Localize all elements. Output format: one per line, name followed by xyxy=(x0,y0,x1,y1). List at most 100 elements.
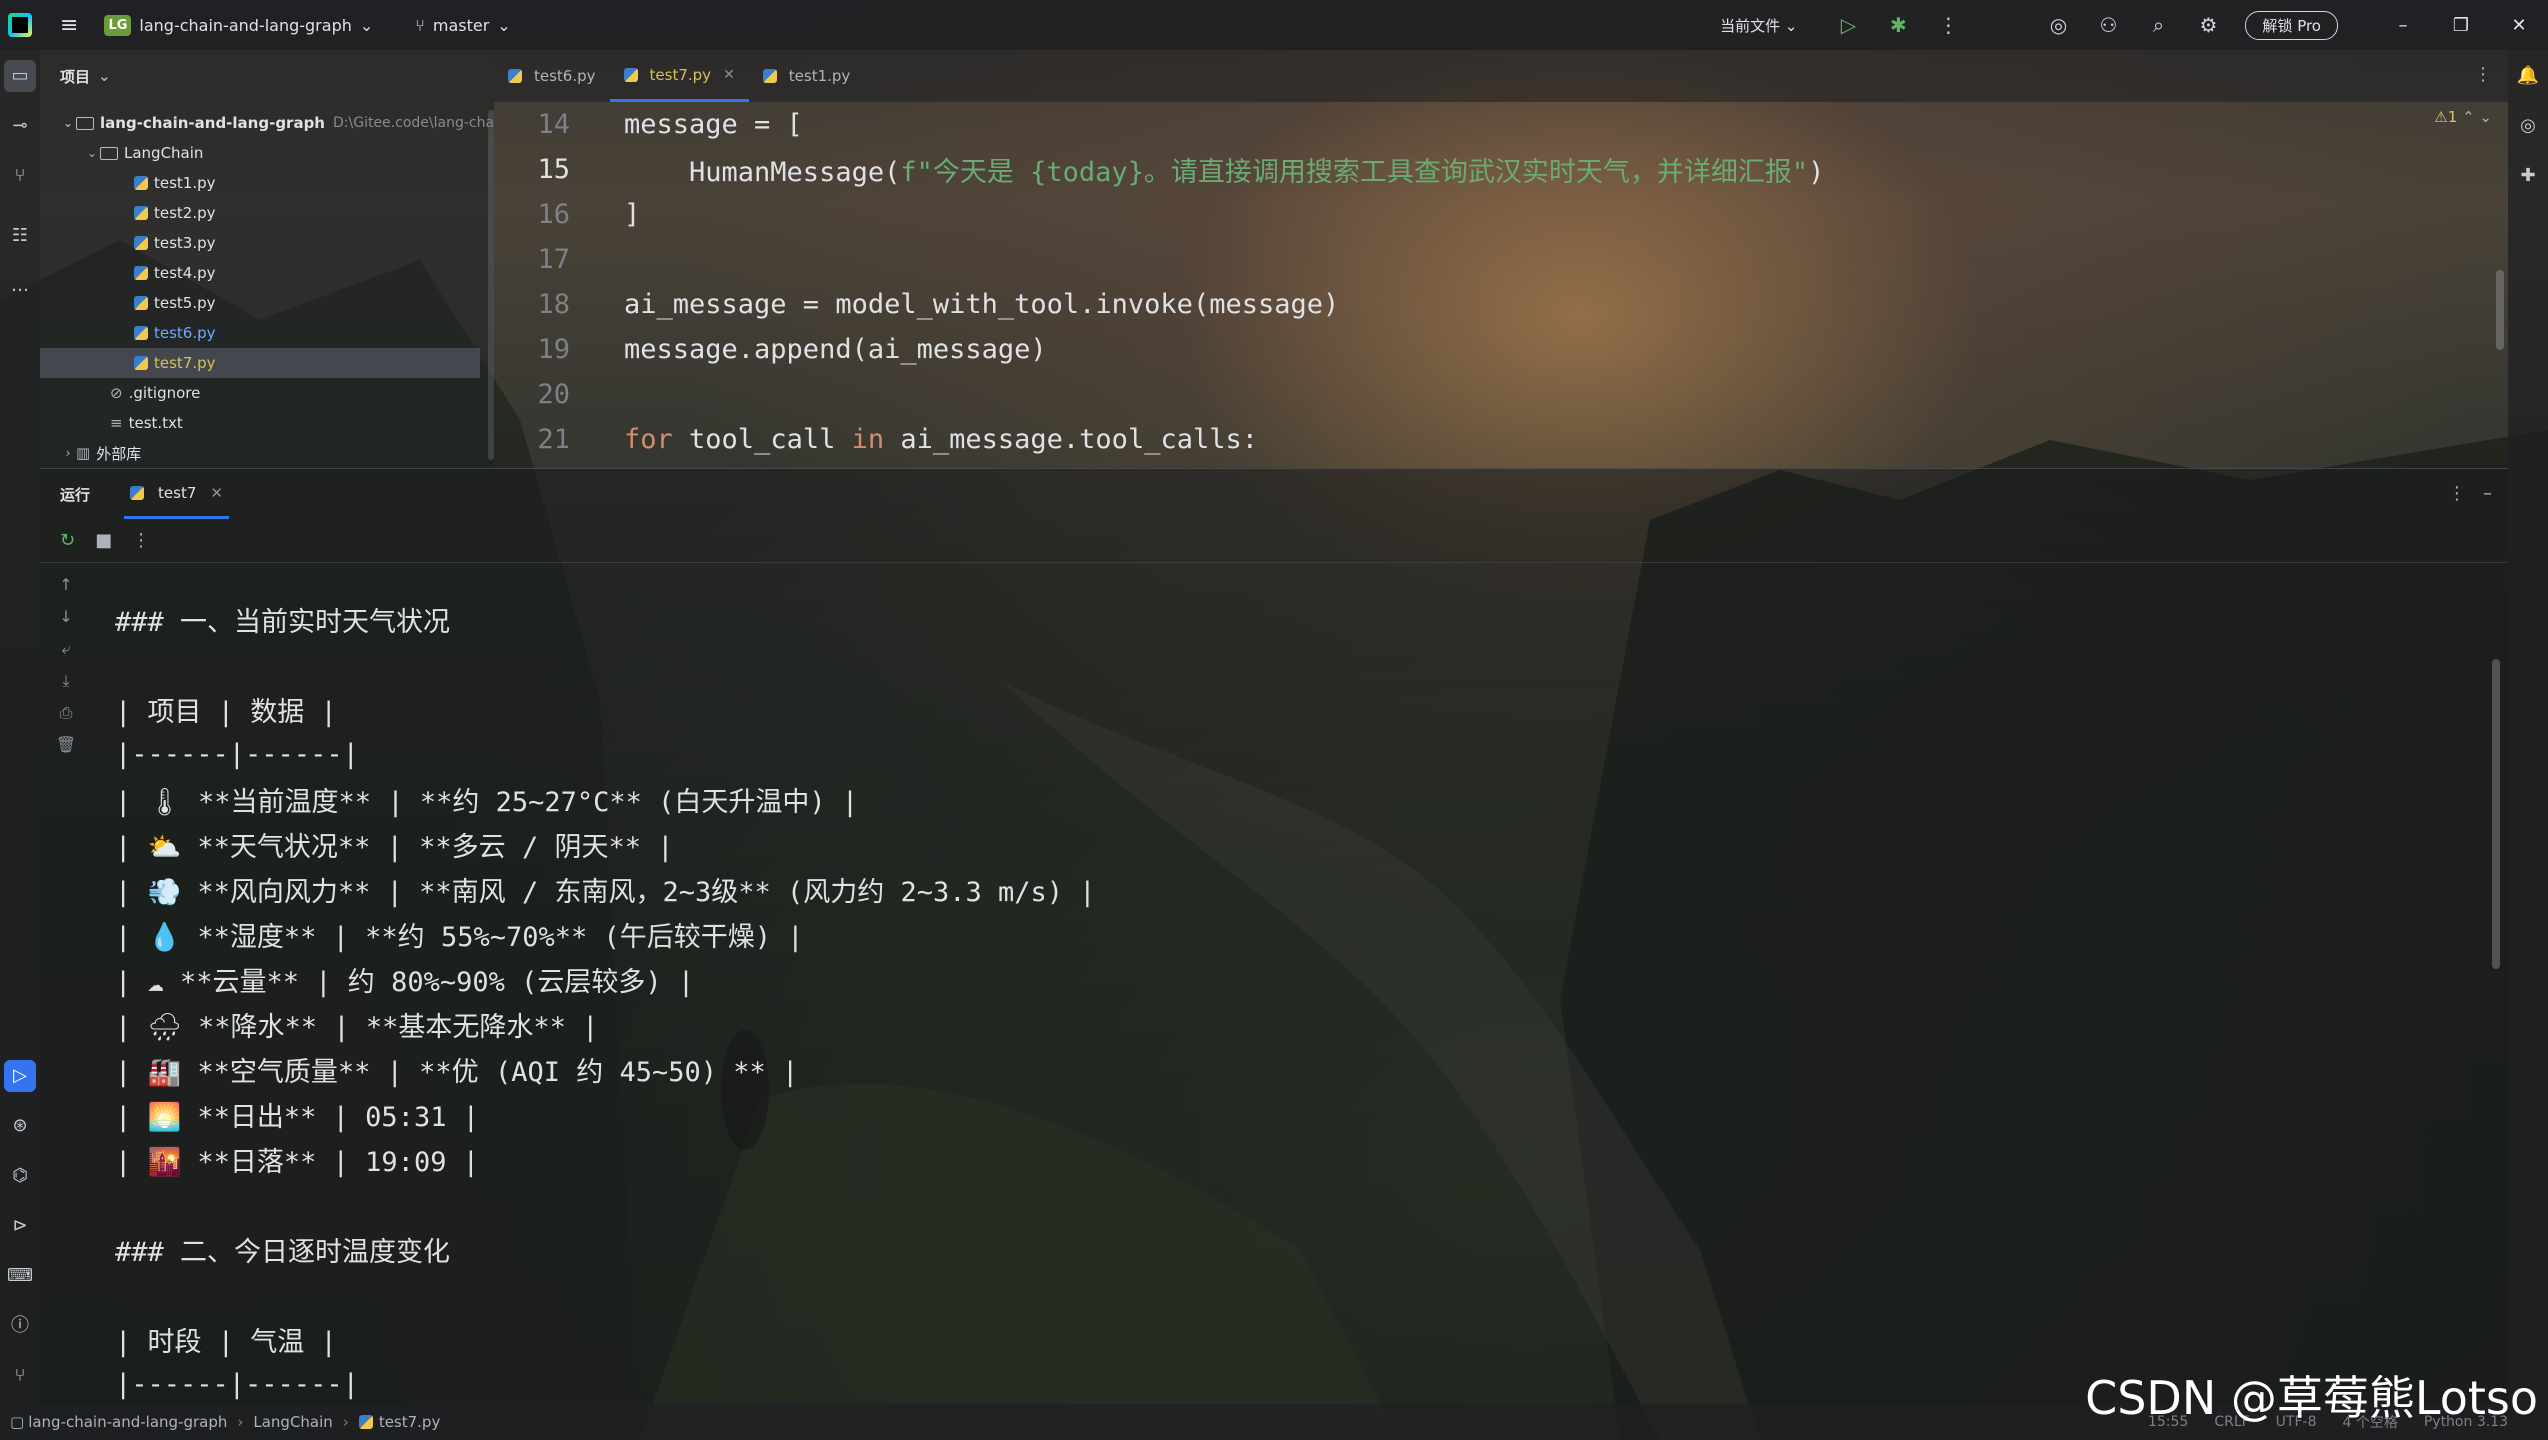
more-actions-icon[interactable]: ⋮ xyxy=(132,530,150,551)
unlock-pro-button[interactable]: 解锁 Pro xyxy=(2245,10,2338,40)
console-line: |------|------| xyxy=(115,1368,359,1400)
folder-icon xyxy=(76,116,94,130)
file-name: test6.py xyxy=(154,324,216,342)
close-tab-icon[interactable]: ✕ xyxy=(210,484,223,502)
console-line: | 💨 **风向风力** | **南风 / 东南风，2~3级** (风力约 2~… xyxy=(115,876,1096,908)
console-scrollbar[interactable] xyxy=(2492,659,2500,969)
branch-name: master xyxy=(432,15,490,35)
tree-file[interactable]: test6.py xyxy=(134,318,216,348)
run-icon[interactable]: ▷ xyxy=(1823,13,1873,37)
main-menu-icon[interactable]: ≡ xyxy=(60,13,78,38)
editor-scrollbar[interactable] xyxy=(2496,270,2504,350)
gitignore-icon: ⊘ xyxy=(110,384,123,402)
chevron-down-icon: ⌄ xyxy=(62,116,74,130)
python-file-icon xyxy=(508,69,522,83)
file-name: .gitignore xyxy=(128,384,201,402)
services-icon[interactable]: ⊳ xyxy=(4,1210,36,1242)
run-config-selector[interactable]: 当前文件 ⌄ xyxy=(1720,15,1797,36)
tree-file[interactable]: test5.py xyxy=(134,288,216,318)
breadcrumb-item[interactable]: test7.py xyxy=(379,1413,441,1431)
minimize-icon[interactable]: – xyxy=(2374,15,2432,36)
add-user-icon[interactable]: ⚇ xyxy=(2083,13,2133,37)
run-panel-title: 运行 xyxy=(60,485,91,504)
python-file-icon xyxy=(130,485,145,500)
ai-chat-icon[interactable]: ◎ xyxy=(2512,110,2544,142)
run-tab-test7[interactable]: test7 ✕ xyxy=(124,469,229,519)
close-icon[interactable]: ✕ xyxy=(2490,15,2548,36)
external-libs-label: 外部库 xyxy=(96,444,142,463)
root-path: D:\Gitee.code\lang-cha xyxy=(333,115,495,131)
branch-selector[interactable]: ⑂ master ⌄ xyxy=(415,16,510,35)
folder-name: LangChain xyxy=(124,144,204,162)
more-actions-icon[interactable]: ⋮ xyxy=(1923,13,1973,37)
project-panel-title: 项目 xyxy=(60,67,91,86)
structure-icon[interactable]: ☷ xyxy=(4,220,36,252)
code-line: 17 xyxy=(494,237,570,282)
trash-icon[interactable]: 🗑 xyxy=(40,729,92,761)
chevron-down-icon: ⌄ xyxy=(98,67,111,85)
tree-file[interactable]: test4.py xyxy=(134,258,216,288)
tree-file-selected[interactable]: test7.py xyxy=(40,348,480,378)
tree-file[interactable]: ≡ test.txt xyxy=(110,408,183,438)
console-line: | 🏭 **空气质量** | **优 (AQI 约 45~50) ** | xyxy=(115,1056,799,1088)
project-panel-header[interactable]: 项目 ⌄ xyxy=(40,50,494,102)
run-tool-icon[interactable]: ▷ xyxy=(4,1060,36,1092)
file-name: test1.py xyxy=(154,174,216,192)
console-line: | 🌇 **日落** | 19:09 | xyxy=(115,1146,479,1178)
rerun-icon[interactable]: ↻ xyxy=(60,530,75,551)
plugin-icon[interactable]: ✚ xyxy=(2512,160,2544,192)
debug-icon[interactable]: ✱ xyxy=(1873,13,1923,37)
soft-wrap-icon[interactable]: ⤶ xyxy=(40,633,92,665)
tab-test7[interactable]: test7.py ✕ xyxy=(609,50,749,102)
tabs-menu-icon[interactable]: ⋮ xyxy=(2474,64,2492,85)
scroll-down-icon[interactable]: ↓ xyxy=(40,601,92,633)
python-file-icon xyxy=(134,266,148,280)
inspection-widget[interactable]: ⚠1 ⌃ ⌄ xyxy=(2434,108,2492,126)
stop-icon[interactable]: ■ xyxy=(95,530,112,551)
breadcrumb-item[interactable]: LangChain xyxy=(253,1413,332,1431)
more-tools-icon[interactable]: … xyxy=(4,270,36,302)
tree-file[interactable]: test2.py xyxy=(134,198,216,228)
file-name: test2.py xyxy=(154,204,216,222)
commit-icon[interactable]: ⊸ xyxy=(4,110,36,142)
terminal-icon[interactable]: ⌨ xyxy=(4,1260,36,1292)
code-line: 21 for tool_call in ai_message.tool_calls… xyxy=(494,417,1258,462)
project-name: lang-chain-and-lang-graph xyxy=(139,15,352,35)
notifications-icon[interactable]: 🔔 xyxy=(2512,60,2544,92)
tab-test6[interactable]: test6.py xyxy=(494,50,610,102)
run-config-label: 当前文件 xyxy=(1720,16,1781,35)
tree-file[interactable]: ⊘ .gitignore xyxy=(110,378,200,408)
tree-folder-langchain[interactable]: ⌄ LangChain xyxy=(84,138,203,168)
project-folder-icon[interactable]: ▭ xyxy=(4,60,36,92)
code-text: tool_call xyxy=(672,424,852,455)
tree-file[interactable]: test3.py xyxy=(134,228,216,258)
close-tab-icon[interactable]: ✕ xyxy=(723,67,735,83)
tab-test1[interactable]: test1.py xyxy=(749,50,865,102)
python-packages-icon[interactable]: ⊛ xyxy=(4,1110,36,1142)
gear-icon[interactable]: ⚙ xyxy=(2183,13,2233,37)
run-side-toolbar: ↑ ↓ ⤶ ⤓ ⎙ 🗑 xyxy=(40,569,92,761)
folder-icon xyxy=(100,146,118,160)
code-text: ai_message = model_with_tool.invoke(mess… xyxy=(624,289,1340,320)
tree-file[interactable]: test1.py xyxy=(134,168,216,198)
tab-label: test6.py xyxy=(534,67,596,85)
tree-root[interactable]: ⌄ lang-chain-and-lang-graph D:\Gitee.cod… xyxy=(60,108,494,138)
scroll-to-end-icon[interactable]: ⤓ xyxy=(40,665,92,697)
left-tool-strip: ▭ ⊸ ⑂ ☷ … ▷ ⊛ ⌬ ⊳ ⌨ ⓘ ⑂ xyxy=(0,50,40,1404)
git-icon[interactable]: ⑂ xyxy=(4,1360,36,1392)
search-icon[interactable]: ⌕ xyxy=(2133,13,2183,37)
project-selector[interactable]: LG lang-chain-and-lang-graph ⌄ xyxy=(104,14,373,36)
restore-icon[interactable]: ❐ xyxy=(2432,15,2490,36)
breadcrumb-item[interactable]: lang-chain-and-lang-graph xyxy=(28,1413,227,1431)
console-line: | 💧 **湿度** | **约 55%~70%** (午后较干燥) | xyxy=(115,921,804,953)
code-area[interactable]: 14 message = [ 15 HumanMessage(f"今天是 {tod… xyxy=(494,102,2508,468)
console-line: ### 二、今日逐时温度变化 xyxy=(115,1236,451,1268)
tree-external-libs[interactable]: › ▥ 外部库 xyxy=(60,438,142,468)
run-panel-menu[interactable]: ⋮ – xyxy=(2448,483,2492,504)
print-icon[interactable]: ⎙ xyxy=(40,697,92,729)
pull-requests-icon[interactable]: ⑂ xyxy=(4,160,36,192)
python-console-icon[interactable]: ⌬ xyxy=(4,1160,36,1192)
ai-assistant-icon[interactable]: ◎ xyxy=(2033,13,2083,37)
scroll-up-icon[interactable]: ↑ xyxy=(40,569,92,601)
problems-icon[interactable]: ⓘ xyxy=(4,1310,36,1342)
